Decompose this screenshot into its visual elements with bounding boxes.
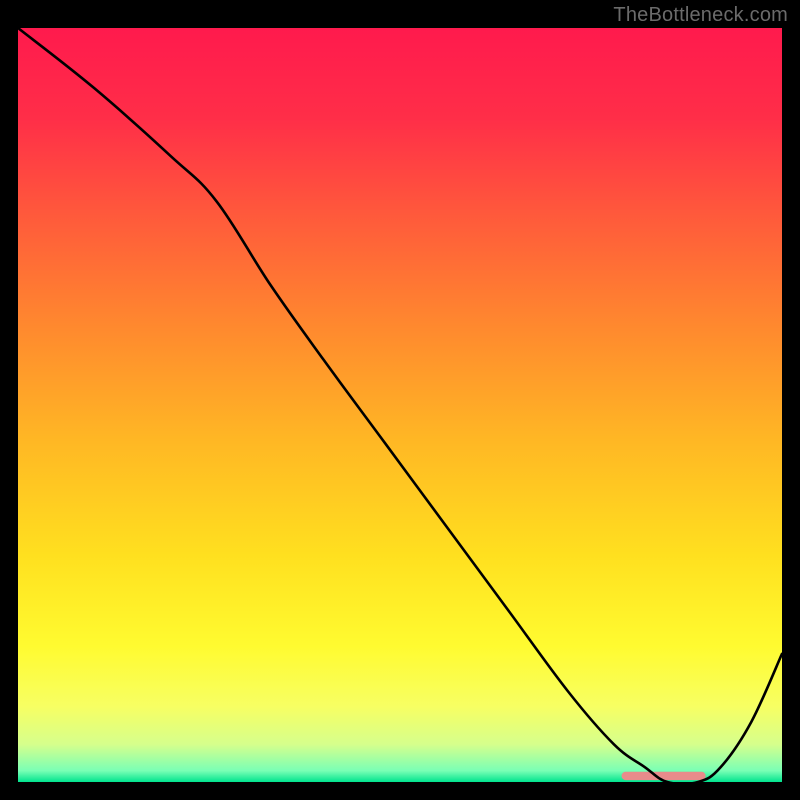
watermark-text: TheBottleneck.com — [613, 4, 788, 27]
highlight-segment-bar — [622, 772, 706, 780]
page-root: TheBottleneck.com — [0, 0, 800, 800]
chart-background — [18, 28, 782, 782]
chart-plot-area — [18, 28, 782, 782]
chart-svg — [18, 28, 782, 782]
